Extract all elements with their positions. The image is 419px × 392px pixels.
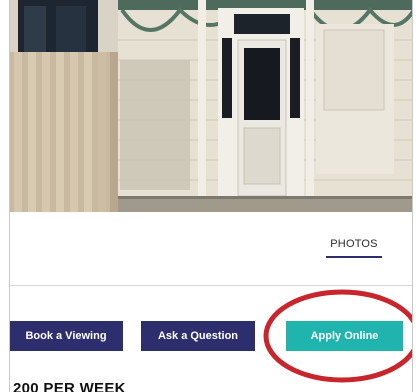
listing-tabs: PHOTOS [10,212,412,286]
tab-photos[interactable]: PHOTOS [326,236,382,258]
house-photo-illustration [10,0,412,212]
ask-question-button[interactable]: Ask a Question [141,321,255,351]
listing-photo[interactable] [10,0,412,212]
listing-card: PHOTOS Book a Viewing Ask a Question App… [9,0,413,392]
book-viewing-button[interactable]: Book a Viewing [10,321,123,351]
weekly-price: 200 PER WEEK [13,380,126,392]
apply-online-button[interactable]: Apply Online [286,321,403,351]
